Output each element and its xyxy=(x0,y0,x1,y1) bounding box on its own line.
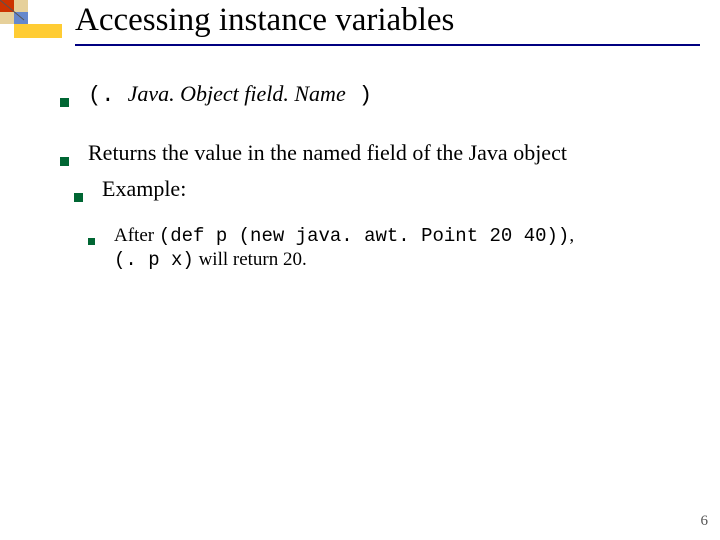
page-number: 6 xyxy=(701,513,709,530)
slide-body: (. Java. Object field. Name ) Returns th… xyxy=(60,80,680,275)
nested-lead: After xyxy=(114,225,159,246)
title-underline xyxy=(75,44,700,46)
bullet-text: Returns the value in the named field of … xyxy=(88,139,680,167)
bullet-item: After (def p (new java. awt. Point 20 40… xyxy=(88,224,680,274)
bullet-item: Example: xyxy=(60,175,680,210)
slide-title: Accessing instance variables xyxy=(75,2,700,38)
nested-comma: , xyxy=(569,225,574,246)
square-bullet-icon xyxy=(60,157,69,166)
square-bullet-icon xyxy=(74,193,83,202)
square-bullet-icon xyxy=(60,98,69,107)
bullet-item: Returns the value in the named field of … xyxy=(60,139,680,174)
nested-list: After (def p (new java. awt. Point 20 40… xyxy=(88,224,680,274)
code-close: ) xyxy=(346,83,372,108)
nested-tail: will return 20. xyxy=(194,249,307,270)
code-args: Java. Object field. Name xyxy=(128,81,346,106)
square-bullet-icon xyxy=(88,238,95,245)
slide-title-block: Accessing instance variables xyxy=(75,2,700,46)
code-open: (. xyxy=(88,83,128,108)
bullet-item: (. Java. Object field. Name ) xyxy=(60,80,680,115)
bullet-text: Example: xyxy=(102,175,680,203)
code-access: (. p x) xyxy=(114,249,194,271)
corner-logo xyxy=(0,0,62,38)
code-def: (def p (new java. awt. Point 20 40)) xyxy=(159,225,569,247)
